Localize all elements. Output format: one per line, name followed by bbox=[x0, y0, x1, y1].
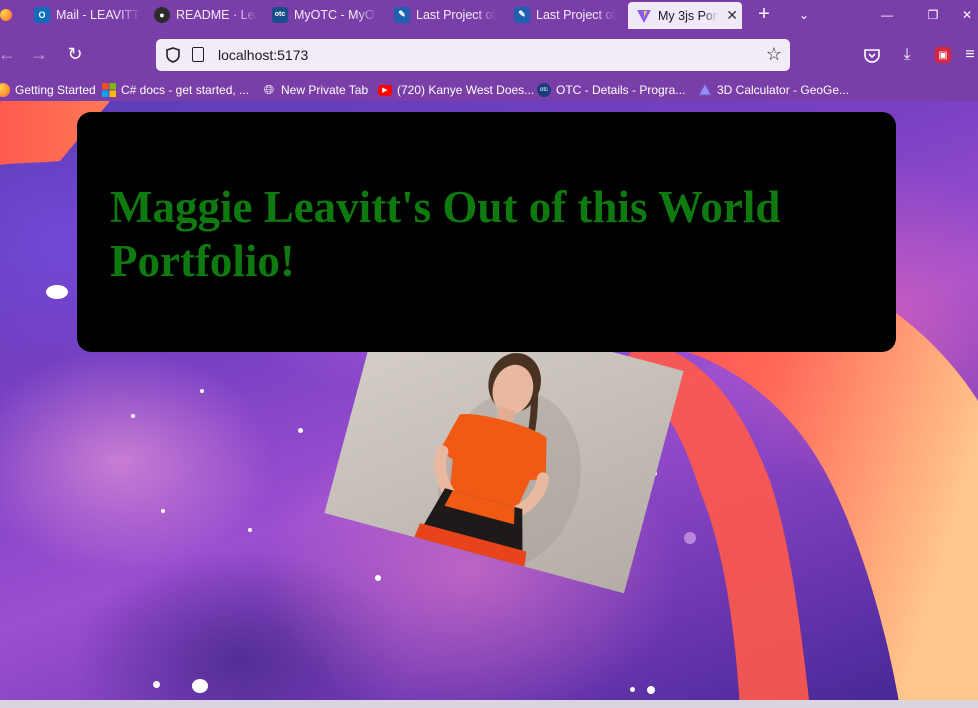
star-particle bbox=[298, 428, 303, 433]
url-text[interactable]: localhost:5173 bbox=[218, 47, 308, 63]
bookmark-youtube[interactable]: ▶ (720) Kanye West Does... bbox=[378, 82, 534, 98]
page-title: Maggie Leavitt's Out of this World Portf… bbox=[110, 182, 781, 286]
star-particle bbox=[131, 414, 135, 418]
star-particle bbox=[248, 528, 252, 532]
outlook-icon: O bbox=[34, 6, 50, 23]
forward-arrow-icon[interactable]: → bbox=[26, 41, 52, 67]
star-particle bbox=[200, 389, 204, 393]
tab-mail[interactable]: O Mail - LEAVITT bbox=[26, 0, 144, 29]
bookmarks-bar: Getting Started C# docs - get started, .… bbox=[0, 79, 978, 101]
microsoft-icon bbox=[102, 83, 116, 97]
star-particle bbox=[153, 681, 160, 688]
doc-icon: ✎ bbox=[514, 6, 530, 23]
tab-last-project-2[interactable]: ✎ Last Project of bbox=[506, 0, 618, 29]
hero-card: Maggie Leavitt's Out of this World Portf… bbox=[77, 112, 896, 352]
otc-icon: otc bbox=[537, 83, 551, 97]
github-icon: ● bbox=[154, 6, 170, 23]
star-particle bbox=[161, 509, 165, 513]
shield-icon[interactable] bbox=[166, 47, 180, 63]
restore-button[interactable]: ❐ bbox=[910, 0, 956, 29]
bookmark-star-icon[interactable]: ☆ bbox=[766, 44, 782, 65]
firefox-menu-icon[interactable] bbox=[0, 0, 12, 29]
bookmark-csharp-docs[interactable]: C# docs - get started, ... bbox=[102, 82, 249, 98]
close-window-button[interactable]: ✕ bbox=[956, 0, 978, 29]
tab-last-project-1[interactable]: ✎ Last Project of bbox=[386, 0, 498, 29]
firefox-icon bbox=[0, 83, 10, 97]
star-particle bbox=[192, 679, 208, 693]
bookmark-geogebra[interactable]: 3D Calculator - GeoGe... bbox=[698, 82, 849, 98]
vite-icon bbox=[636, 8, 652, 24]
tab-strip: O Mail - LEAVITT ● README · Lea otc MyOT… bbox=[0, 0, 978, 29]
back-arrow-icon[interactable]: ← bbox=[0, 41, 16, 67]
tab-myotc[interactable]: otc MyOTC - MyOT bbox=[264, 0, 378, 29]
minimize-button[interactable]: — bbox=[864, 0, 910, 29]
reload-icon[interactable]: ↻ bbox=[62, 41, 88, 67]
page-viewport: Maggie Leavitt's Out of this World Portf… bbox=[0, 101, 978, 708]
navigation-toolbar: ← → ↻ localhost:5173 ☆ ⤓ ▣ ≡ bbox=[0, 29, 978, 79]
close-icon[interactable]: ✕ bbox=[722, 7, 742, 24]
tab-readme[interactable]: ● README · Lea bbox=[146, 0, 258, 29]
otc-icon: otc bbox=[272, 6, 288, 23]
youtube-icon: ▶ bbox=[378, 84, 392, 96]
bookmark-getting-started[interactable]: Getting Started bbox=[0, 82, 96, 98]
horizontal-scrollbar[interactable] bbox=[0, 700, 978, 708]
extension-lock-icon[interactable]: ▣ bbox=[931, 43, 955, 67]
star-particle bbox=[46, 285, 68, 299]
page-icon bbox=[192, 47, 204, 62]
address-bar[interactable]: localhost:5173 ☆ bbox=[156, 39, 790, 71]
doc-icon: ✎ bbox=[394, 6, 410, 23]
chevron-down-icon[interactable]: ⌄ bbox=[792, 0, 816, 29]
bookmark-new-private-tab[interactable]: 🌐︎ New Private Tab bbox=[262, 82, 368, 98]
new-tab-button[interactable]: + bbox=[752, 0, 776, 29]
bookmark-otc-details[interactable]: otc OTC - Details - Progra... bbox=[537, 82, 685, 98]
globe-icon: 🌐︎ bbox=[263, 82, 275, 97]
tab-3js-portfolio[interactable]: My 3js Portf ✕ bbox=[628, 2, 742, 29]
pocket-icon[interactable] bbox=[860, 43, 884, 67]
star-particle bbox=[375, 575, 381, 581]
star-particle bbox=[647, 686, 655, 694]
geogebra-icon bbox=[698, 83, 712, 97]
download-icon[interactable]: ⤓ bbox=[895, 43, 919, 67]
star-particle bbox=[630, 687, 635, 692]
menu-icon[interactable]: ≡ bbox=[962, 43, 978, 67]
